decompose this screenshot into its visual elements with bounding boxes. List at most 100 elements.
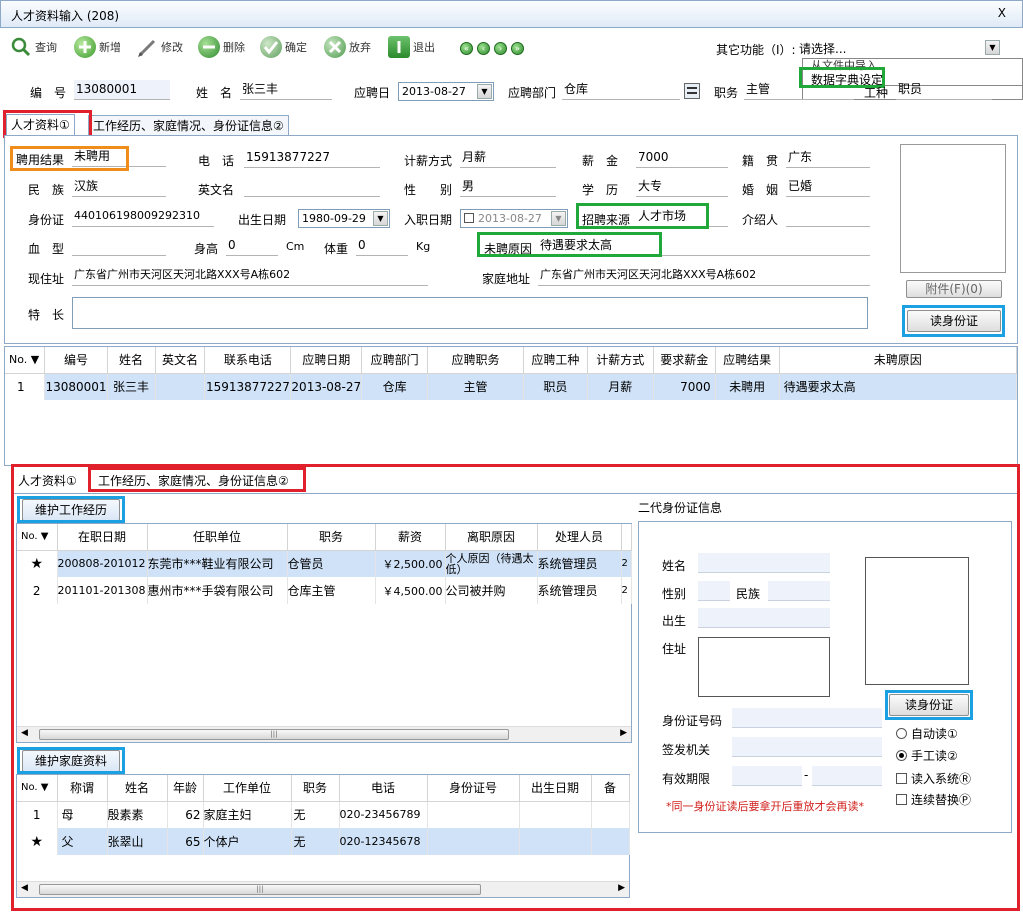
marriage-field[interactable]: 已婚	[786, 177, 870, 197]
name-label: 姓 名	[196, 86, 233, 100]
other-function-label: 其它功能（I）:	[716, 43, 796, 57]
col-reason[interactable]: 未聘原因	[779, 347, 1018, 374]
col-apply-date[interactable]: 应聘日期	[290, 347, 363, 374]
window-title: 人才资料输入 (208)	[11, 9, 120, 23]
join-date-checkbox[interactable]	[464, 213, 474, 223]
edit-label: 修改	[161, 41, 183, 54]
exit-label: 退出	[413, 41, 435, 54]
table-row[interactable]: 1 13080001 张三丰 15913877227 2013-08-27 仓库…	[5, 373, 1018, 400]
marriage-label: 婚 姻	[742, 183, 779, 197]
code-field[interactable]: 13080001	[74, 80, 170, 100]
discard-button[interactable]: 放弃	[324, 34, 371, 60]
first-record-icon[interactable]: «	[460, 42, 473, 55]
edit-button[interactable]: 修改	[136, 34, 183, 60]
col-name[interactable]: 姓名	[107, 347, 156, 374]
col-salary[interactable]: 要求薪金	[653, 347, 716, 374]
address-label: 现住址	[28, 272, 65, 286]
name-field[interactable]: 张三丰	[240, 80, 332, 100]
col-post[interactable]: 应聘职务	[427, 347, 524, 374]
other-function-select[interactable]: 请选择... ▼	[796, 38, 1002, 58]
edu-label: 学 历	[582, 183, 619, 197]
discard-label: 放弃	[349, 41, 371, 54]
prev-record-icon[interactable]: ‹	[477, 42, 490, 55]
chevron-down-icon: ▼	[477, 84, 492, 99]
referrer-field[interactable]	[786, 207, 870, 227]
nation-label: 民 族	[28, 183, 65, 197]
weight-field[interactable]: 0	[356, 236, 408, 256]
last-record-icon[interactable]: »	[511, 42, 524, 55]
col-enname[interactable]: 英文名	[155, 347, 206, 374]
height-field[interactable]: 0	[226, 236, 278, 256]
delete-button[interactable]: 删除	[198, 34, 245, 60]
edu-field[interactable]: 大专	[636, 177, 728, 197]
birth-label: 出生日期	[238, 213, 287, 227]
next-record-icon[interactable]: ›	[494, 42, 507, 55]
phone-field[interactable]: 15913877227	[244, 148, 380, 168]
search-button[interactable]: 查询	[10, 34, 57, 60]
attachment-button[interactable]: 附件(F)(0)	[906, 280, 1002, 298]
code-label: 编 号	[30, 86, 67, 100]
col-worktype[interactable]: 应聘工种	[523, 347, 588, 374]
calendar-icon[interactable]	[684, 83, 700, 99]
delete-icon	[198, 36, 220, 58]
window-title-bar: 人才资料输入 (208) X	[0, 0, 1023, 28]
height-label: 身高	[194, 242, 219, 256]
home-label: 家庭地址	[482, 272, 531, 286]
col-code[interactable]: 编号	[44, 347, 108, 374]
chevron-down-icon: ▼	[985, 40, 1000, 55]
close-button[interactable]: X	[998, 6, 1006, 20]
enname-field[interactable]	[244, 177, 380, 197]
col-result[interactable]: 应聘结果	[715, 347, 780, 374]
edit-icon	[136, 36, 158, 58]
add-label: 新增	[99, 41, 121, 54]
skill-label: 特 长	[28, 308, 65, 322]
join-date-picker[interactable]: 2013-08-27 ▼	[460, 209, 568, 228]
worktype-label: 工种	[864, 86, 889, 100]
apply-date-label: 应聘日	[354, 86, 391, 100]
home-field[interactable]: 广东省广州市天河区天河北路XXX号A栋602	[538, 266, 870, 286]
col-phone[interactable]: 联系电话	[204, 347, 292, 374]
birth-date-picker[interactable]: 1980-09-29 ▼	[298, 209, 390, 228]
paytype-label: 计薪方式	[404, 154, 453, 168]
search-icon	[10, 36, 32, 58]
other-function-value: 请选择...	[799, 42, 847, 56]
referrer-label: 介绍人	[742, 213, 779, 227]
idcard-field[interactable]: 440106198009292310	[72, 207, 214, 227]
skill-field[interactable]	[72, 297, 868, 329]
confirm-label: 确定	[285, 41, 307, 54]
filter-icon[interactable]: ▼	[31, 353, 39, 366]
photo-frame	[900, 144, 1006, 273]
sex-field[interactable]: 男	[460, 177, 556, 197]
blood-label: 血 型	[28, 242, 65, 256]
cancel-icon	[324, 36, 346, 58]
blood-field[interactable]	[72, 236, 166, 256]
height-unit: Cm	[286, 240, 305, 253]
main-grid: No. ▼ 编号 姓名 英文名 联系电话 应聘日期 应聘部门 应聘职务 应聘工种…	[4, 346, 1018, 466]
tab-work-family[interactable]: 工作经历、家庭情况、身份证信息②	[88, 115, 289, 137]
col-dept[interactable]: 应聘部门	[361, 347, 429, 374]
worktype-field[interactable]: 职员	[896, 80, 992, 100]
address-field[interactable]: 广东省广州市天河区天河北路XXX号A栋602	[72, 266, 428, 286]
add-icon	[74, 36, 96, 58]
delete-label: 删除	[223, 41, 245, 54]
exit-button[interactable]: 退出	[388, 34, 435, 60]
col-paytype[interactable]: 计薪方式	[587, 347, 654, 374]
paytype-field[interactable]: 月薪	[460, 148, 556, 168]
post-label: 职务	[714, 86, 739, 100]
salary-field[interactable]: 7000	[636, 148, 728, 168]
apply-date-picker[interactable]: 2013-08-27 ▼	[398, 82, 494, 101]
post-field[interactable]: 主管	[744, 80, 854, 100]
confirm-button[interactable]: 确定	[260, 34, 307, 60]
join-label: 入职日期	[404, 213, 453, 227]
chevron-down-icon: ▼	[373, 211, 388, 226]
col-no[interactable]: No. ▼	[5, 347, 46, 374]
dept-label: 应聘部门	[508, 86, 557, 100]
chevron-down-icon: ▼	[551, 211, 566, 226]
exit-icon	[388, 36, 410, 58]
nation-field[interactable]: 汉族	[72, 177, 166, 197]
add-button[interactable]: 新增	[74, 34, 121, 60]
dept-field[interactable]: 仓库	[562, 80, 680, 100]
native-field[interactable]: 广东	[786, 148, 870, 168]
weight-label: 体重	[324, 242, 349, 256]
confirm-icon	[260, 36, 282, 58]
